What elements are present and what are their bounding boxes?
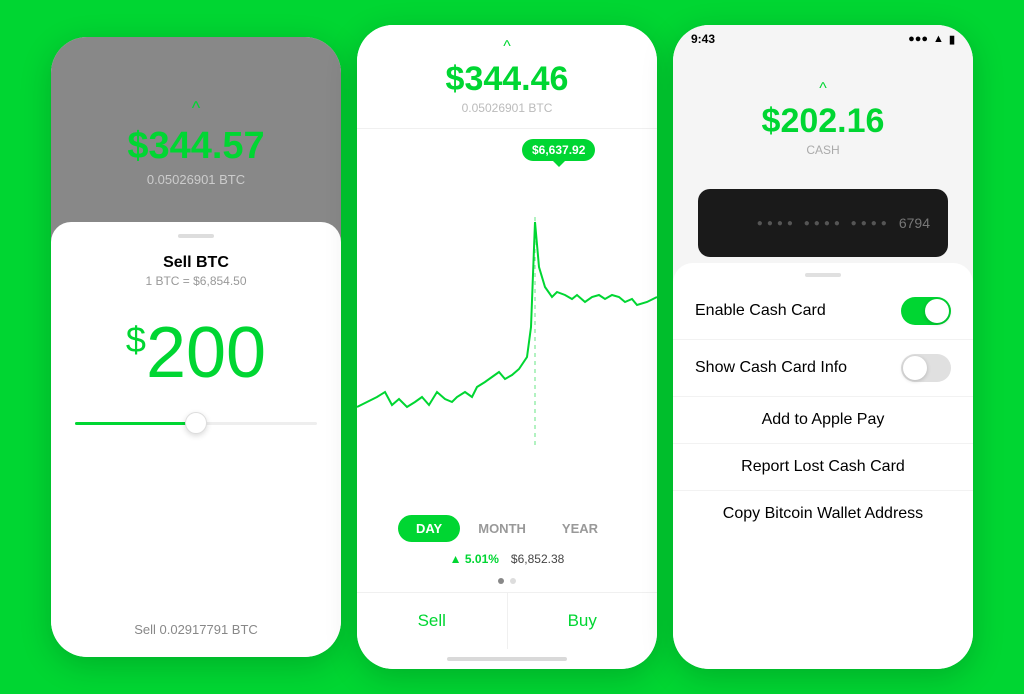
p1-header: ^ $344.57 0.05026901 BTC (51, 37, 341, 247)
add-to-apple-pay-label: Add to Apple Pay (762, 411, 885, 429)
p2-btc-amount: $344.46 (446, 60, 569, 99)
p1-sheet: Sell BTC 1 BTC = $6,854.50 $200 Sell 0.0… (51, 222, 341, 657)
chart-val: $6,852.38 (511, 552, 564, 566)
sell-dollar-sign: $ (126, 319, 146, 360)
screens-container: ^ $344.57 0.05026901 BTC Sell BTC 1 BTC … (31, 5, 993, 689)
chart-pct: ▲ 5.01% (450, 552, 499, 566)
add-to-apple-pay-row[interactable]: Add to Apple Pay (673, 397, 973, 444)
p2-actions: Sell Buy (357, 592, 657, 649)
period-tabs: DAY MONTH YEAR (357, 505, 657, 548)
sell-slider[interactable] (75, 422, 317, 425)
dots-indicator (357, 574, 657, 592)
cash-card: ●●●● ●●●● ●●●● 6794 (698, 189, 948, 257)
phone-sell-btc: ^ $344.57 0.05026901 BTC Sell BTC 1 BTC … (51, 37, 341, 657)
show-cash-card-info-label: Show Cash Card Info (695, 359, 847, 377)
btc-chart: $6,637.92 (357, 129, 657, 505)
tab-day[interactable]: DAY (398, 515, 460, 542)
p3-header: ^ $202.16 CASH (673, 53, 973, 183)
tab-month[interactable]: MONTH (460, 515, 544, 542)
home-indicator (357, 649, 657, 669)
enable-cash-card-row[interactable]: Enable Cash Card (673, 283, 973, 340)
toggle-thumb-on (925, 299, 949, 323)
sell-number: 200 (146, 313, 266, 393)
sell-btc-label: Sell 0.02917791 BTC (134, 622, 258, 637)
sell-rate: 1 BTC = $6,854.50 (145, 274, 246, 288)
card-dots: ●●●● ●●●● ●●●● (757, 218, 891, 229)
status-time: 9:43 (691, 32, 715, 46)
phone-cash-card: 9:43 ●●● ▲ ▮ ^ $202.16 CASH ●●●● ●●●● ●●… (673, 25, 973, 669)
status-bar: 9:43 ●●● ▲ ▮ (673, 25, 973, 53)
wifi-icon: ▲ (933, 33, 944, 45)
toggle-thumb-off (903, 356, 927, 380)
phone-chart: ^ $344.46 0.05026901 BTC $6,637.92 DAY M… (357, 25, 657, 669)
p2-caret: ^ (503, 38, 511, 56)
p3-card-area: ●●●● ●●●● ●●●● 6794 (673, 183, 973, 263)
p2-btc-sub: 0.05026901 BTC (462, 101, 553, 115)
dot-2 (510, 578, 516, 584)
p1-caret: ^ (192, 98, 200, 119)
sheet-handle-wrap (673, 263, 973, 283)
cash-card-sheet: Enable Cash Card Show Cash Card Info Add… (673, 263, 973, 669)
chart-svg (357, 129, 657, 505)
slider-thumb[interactable] (185, 412, 207, 434)
slider-track (75, 422, 317, 425)
sell-title: Sell BTC (163, 254, 229, 272)
p3-cash-amount: $202.16 (762, 102, 885, 141)
sell-button[interactable]: Sell (357, 593, 508, 649)
p2-header: ^ $344.46 0.05026901 BTC (357, 25, 657, 129)
chart-stats: ▲ 5.01% $6,852.38 (357, 548, 657, 574)
chart-line (357, 222, 657, 407)
enable-cash-card-toggle[interactable] (901, 297, 951, 325)
copy-bitcoin-wallet-address-row[interactable]: Copy Bitcoin Wallet Address (673, 491, 973, 537)
show-cash-card-toggle[interactable] (901, 354, 951, 382)
slider-fill (75, 422, 196, 425)
p1-btc-amount: $344.57 (127, 125, 264, 168)
battery-icon: ▮ (949, 33, 955, 46)
p1-btc-sub: 0.05026901 BTC (147, 172, 245, 187)
report-lost-cash-card-label: Report Lost Cash Card (741, 458, 905, 476)
enable-cash-card-label: Enable Cash Card (695, 302, 826, 320)
tab-year[interactable]: YEAR (544, 515, 616, 542)
card-number: 6794 (899, 215, 930, 231)
report-lost-cash-card-row[interactable]: Report Lost Cash Card (673, 444, 973, 491)
sell-amount: $200 (126, 312, 266, 394)
sheet-handle (178, 234, 214, 238)
buy-button[interactable]: Buy (508, 593, 658, 649)
p3-cash-sub: CASH (806, 143, 839, 157)
p3-caret: ^ (819, 80, 827, 98)
signal-icon: ●●● (908, 33, 928, 45)
copy-bitcoin-wallet-address-label: Copy Bitcoin Wallet Address (723, 505, 923, 523)
dot-1 (498, 578, 504, 584)
home-bar (447, 657, 567, 661)
status-icons: ●●● ▲ ▮ (908, 33, 955, 46)
show-cash-card-info-row[interactable]: Show Cash Card Info (673, 340, 973, 397)
sheet-handle (805, 273, 841, 277)
